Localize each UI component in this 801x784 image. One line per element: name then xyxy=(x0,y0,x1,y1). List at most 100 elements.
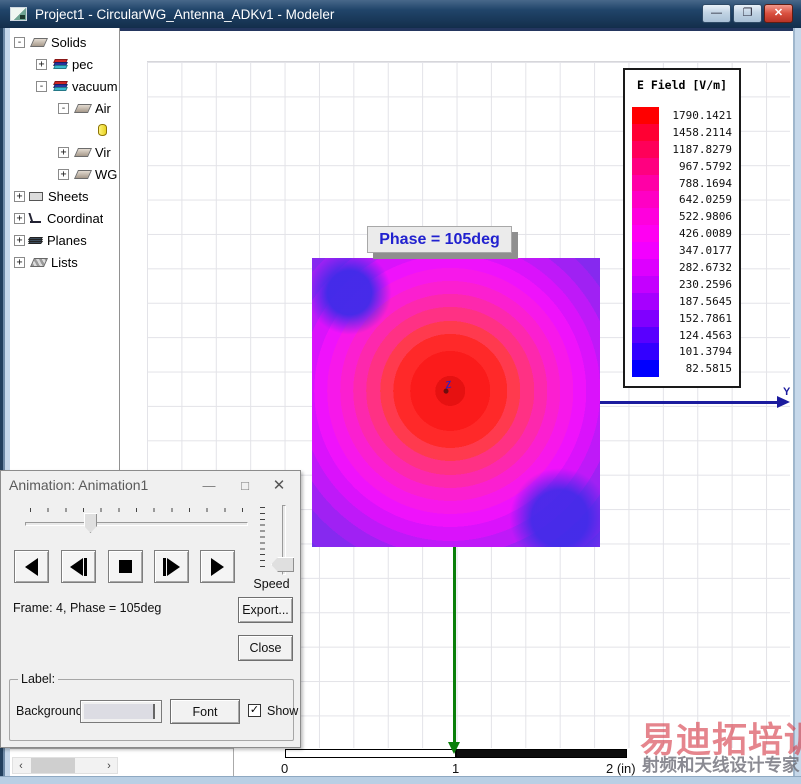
dialog-maximize-button[interactable]: □ xyxy=(230,471,260,499)
window-title: Project1 - CircularWG_Antenna_ADKv1 - Mo… xyxy=(35,7,334,22)
play-reverse-button[interactable] xyxy=(14,550,49,583)
legend-swatch xyxy=(632,293,659,310)
tree-item-wg[interactable]: + WG xyxy=(10,163,119,185)
stop-button[interactable] xyxy=(108,550,143,583)
legend-swatch xyxy=(632,242,659,259)
speed-slider-thumb[interactable] xyxy=(271,557,294,572)
export-button[interactable]: Export... xyxy=(238,597,293,623)
tree-item-vacuum[interactable]: - vacuum xyxy=(10,75,119,97)
minimize-button[interactable]: — xyxy=(702,4,731,23)
tree-item-solids[interactable]: - Solids xyxy=(10,31,119,53)
expander-icon[interactable]: - xyxy=(58,103,69,114)
dialog-close-icon[interactable]: ✕ xyxy=(264,471,294,499)
animation-dialog[interactable]: Animation: Animation1 — □ ✕ Speed Frame:… xyxy=(0,470,301,748)
legend-value: 788.1694 xyxy=(659,175,732,192)
show-checkbox[interactable]: ✓ xyxy=(248,704,261,717)
window-frame-bottom xyxy=(0,776,801,784)
legend-value: 967.5792 xyxy=(659,158,732,175)
solid-box-icon xyxy=(74,148,92,157)
tree-item-label[interactable]: Lists xyxy=(51,255,78,270)
legend-swatch xyxy=(632,310,659,327)
title-bar[interactable]: Project1 - CircularWG_Antenna_ADKv1 - Mo… xyxy=(0,0,801,28)
expander-icon[interactable]: + xyxy=(14,235,25,246)
tree-item-label[interactable]: Sheets xyxy=(48,189,88,204)
step-back-button[interactable] xyxy=(61,550,96,583)
tree-item-label[interactable]: Coordinat xyxy=(47,211,103,226)
material-layers-icon xyxy=(54,59,67,69)
legend-value: 152.7861 xyxy=(659,310,732,327)
legend-value: 347.0177 xyxy=(659,242,732,259)
legend-color-scale: 1790.1421 1458.2114 1187.8279 967.5792 7… xyxy=(632,107,732,377)
close-button[interactable]: ✕ xyxy=(764,4,793,23)
frame-slider-track[interactable] xyxy=(25,522,248,526)
tree-item-vir[interactable]: + Vir xyxy=(10,141,119,163)
e-field-contour-plot[interactable]: z xyxy=(312,258,600,547)
tree-item-label[interactable]: pec xyxy=(72,57,93,72)
tree-item-coordinates[interactable]: + Coordinat xyxy=(10,207,119,229)
expander-icon[interactable]: + xyxy=(14,191,25,202)
show-checkbox-label[interactable]: Show xyxy=(267,704,298,718)
phase-label: Phase = 105deg xyxy=(367,226,512,253)
expander-icon[interactable]: - xyxy=(14,37,25,48)
solid-box-icon xyxy=(74,170,92,179)
tree-item-label[interactable]: WG xyxy=(95,167,117,182)
frame-slider-ticks xyxy=(30,508,243,512)
tree-horizontal-scrollbar[interactable]: ‹ › xyxy=(12,757,118,774)
stop-icon xyxy=(119,560,132,573)
expander-icon[interactable]: + xyxy=(36,59,47,70)
frame-status-text: Frame: 4, Phase = 105deg xyxy=(13,601,161,615)
legend-title: E Field [V/m] xyxy=(632,78,732,92)
tree-item-label[interactable]: Vir xyxy=(95,145,111,160)
tree-item-cylinder[interactable] xyxy=(10,119,119,141)
legend-swatch xyxy=(632,158,659,175)
legend-swatch xyxy=(632,141,659,158)
viewport-top-border xyxy=(120,28,793,31)
expander-icon[interactable]: + xyxy=(58,169,69,180)
ruler-tick-label: 1 xyxy=(452,761,459,776)
planes-icon xyxy=(29,237,42,244)
tree-item-label[interactable]: Planes xyxy=(47,233,87,248)
tree-item-label[interactable]: vacuum xyxy=(72,79,118,94)
tree-item-air[interactable]: - Air xyxy=(10,97,119,119)
scroll-right-icon[interactable]: › xyxy=(101,758,117,773)
play-forward-button[interactable] xyxy=(200,550,235,583)
tree-item-sheets[interactable]: + Sheets xyxy=(10,185,119,207)
expander-icon[interactable]: + xyxy=(14,257,25,268)
tree-item-label[interactable]: Solids xyxy=(51,35,86,50)
expander-icon[interactable]: - xyxy=(36,81,47,92)
y-axis-line xyxy=(600,401,779,404)
ruler-tick-label: 2 (in) xyxy=(606,761,636,776)
step-forward-button[interactable] xyxy=(154,550,189,583)
background-color-button[interactable] xyxy=(80,700,162,723)
app-icon xyxy=(10,7,27,21)
dialog-close-button[interactable]: Close xyxy=(238,635,293,661)
play-reverse-icon xyxy=(25,558,38,576)
y-axis-label: Y xyxy=(783,386,790,398)
scale-ruler-black-segment xyxy=(456,749,627,758)
legend-value: 230.2596 xyxy=(659,276,732,293)
legend-swatch xyxy=(632,225,659,242)
dialog-minimize-button[interactable]: — xyxy=(194,471,224,499)
legend-value: 282.6732 xyxy=(659,259,732,276)
frame-slider-thumb[interactable] xyxy=(84,513,97,533)
tree-item-lists[interactable]: + Lists xyxy=(10,251,119,273)
window-frame-right xyxy=(793,28,801,776)
maximize-button[interactable]: ❐ xyxy=(733,4,762,23)
legend-value: 101.3794 xyxy=(659,343,732,360)
legend-swatch xyxy=(632,327,659,344)
tree-item-planes[interactable]: + Planes xyxy=(10,229,119,251)
z-axis-arrow-icon xyxy=(448,742,460,754)
scrollbar-thumb[interactable] xyxy=(31,758,75,773)
legend-swatch xyxy=(632,124,659,141)
legend-value: 82.5815 xyxy=(659,360,732,377)
tree-item-pec[interactable]: + pec xyxy=(10,53,119,75)
scroll-left-icon[interactable]: ‹ xyxy=(13,758,29,773)
tree-item-label[interactable]: Air xyxy=(95,101,111,116)
legend-value: 1790.1421 xyxy=(659,107,732,124)
label-group-legend: Label: xyxy=(18,672,58,686)
expander-icon[interactable]: + xyxy=(14,213,25,224)
expander-icon[interactable]: + xyxy=(58,147,69,158)
font-button[interactable]: Font xyxy=(170,699,240,724)
modeler-window: Project1 - CircularWG_Antenna_ADKv1 - Mo… xyxy=(0,0,801,784)
panel-divider xyxy=(233,748,234,776)
